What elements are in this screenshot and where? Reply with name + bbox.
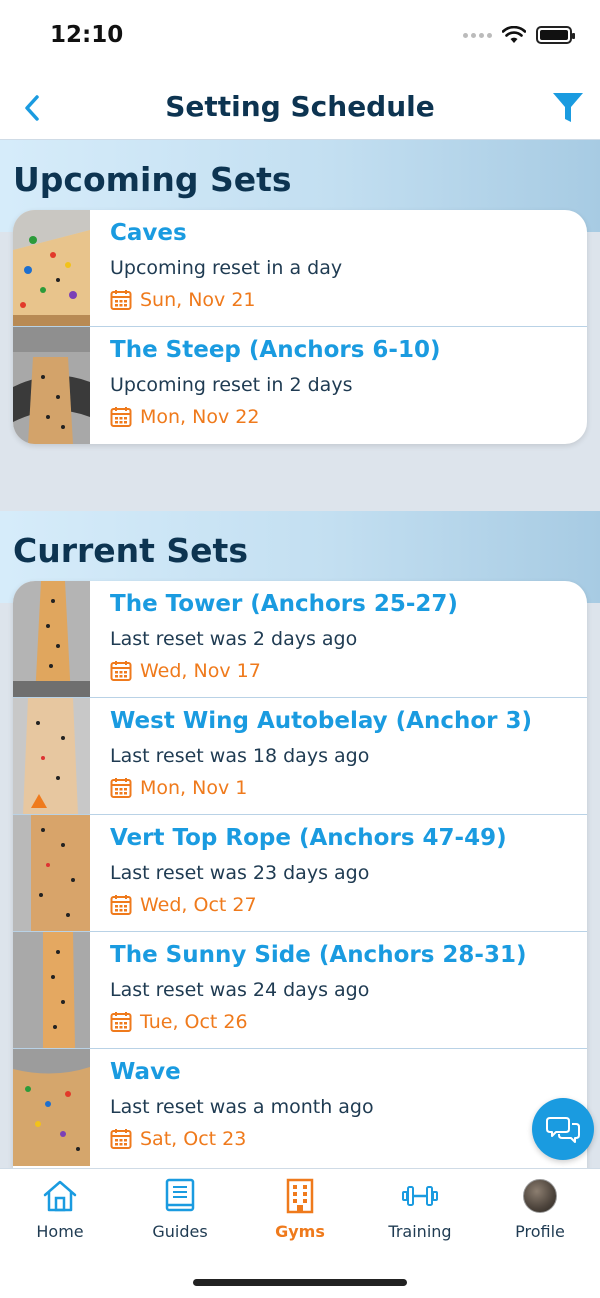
set-subtitle: Last reset was 23 days ago bbox=[110, 862, 370, 884]
calendar-icon bbox=[110, 895, 132, 915]
set-date-text: Mon, Nov 1 bbox=[140, 777, 248, 799]
tab-label: Home bbox=[36, 1222, 84, 1241]
home-indicator bbox=[193, 1279, 407, 1286]
tab-label: Guides bbox=[152, 1222, 208, 1241]
set-title: West Wing Autobelay (Anchor 3) bbox=[110, 708, 533, 734]
set-date-text: Sun, Nov 21 bbox=[140, 289, 256, 311]
dumbbell-icon bbox=[402, 1186, 438, 1206]
set-subtitle: Last reset was 24 days ago bbox=[110, 979, 370, 1001]
signal-icon bbox=[463, 32, 492, 38]
set-date: Wed, Nov 17 bbox=[110, 660, 261, 682]
calendar-icon bbox=[110, 407, 132, 427]
set-date-text: Wed, Nov 17 bbox=[140, 660, 261, 682]
set-date-text: Wed, Oct 27 bbox=[140, 894, 257, 916]
chat-icon bbox=[546, 1117, 580, 1143]
list-item[interactable]: Vert Top Rope (Anchors 47-49) Last reset… bbox=[13, 815, 587, 932]
chat-button[interactable] bbox=[532, 1098, 594, 1160]
calendar-icon bbox=[110, 778, 132, 798]
set-title: Wave bbox=[110, 1059, 181, 1085]
set-title: Caves bbox=[110, 220, 187, 246]
list-item[interactable]: The Sunny Side (Anchors 28-31) Last rese… bbox=[13, 932, 587, 1049]
set-title: The Tower (Anchors 25-27) bbox=[110, 591, 458, 617]
set-thumbnail bbox=[13, 1049, 90, 1166]
tab-bar: Home Guides Gyms Training Profile bbox=[0, 1168, 600, 1298]
wifi-icon bbox=[502, 26, 526, 43]
building-icon bbox=[286, 1178, 314, 1214]
section-title: Upcoming Sets bbox=[13, 160, 292, 199]
set-subtitle: Upcoming reset in 2 days bbox=[110, 374, 353, 396]
page-title: Setting Schedule bbox=[165, 90, 435, 123]
status-icons bbox=[463, 26, 575, 44]
set-date: Mon, Nov 1 bbox=[110, 777, 247, 799]
list-item[interactable]: The Steep (Anchors 6-10) Upcoming reset … bbox=[13, 327, 587, 444]
list-item[interactable]: The Tower (Anchors 25-27) Last reset was… bbox=[13, 581, 587, 698]
list-item[interactable]: West Wing Autobelay (Anchor 3) Last rese… bbox=[13, 698, 587, 815]
upcoming-sets-list: Caves Upcoming reset in a day Sun, Nov 2… bbox=[13, 210, 587, 444]
set-subtitle: Last reset was a month ago bbox=[110, 1096, 374, 1118]
set-subtitle: Upcoming reset in a day bbox=[110, 257, 343, 279]
set-date: Tue, Oct 26 bbox=[110, 1011, 248, 1033]
battery-icon bbox=[536, 26, 575, 44]
set-thumbnail bbox=[13, 327, 90, 444]
set-title: The Sunny Side (Anchors 28-31) bbox=[110, 942, 527, 968]
set-thumbnail bbox=[13, 581, 90, 697]
filter-button[interactable] bbox=[548, 86, 588, 130]
tab-gyms[interactable]: Gyms bbox=[240, 1177, 360, 1247]
set-date-text: Tue, Oct 26 bbox=[140, 1011, 248, 1033]
set-thumbnail bbox=[13, 210, 90, 326]
set-date-text: Mon, Nov 22 bbox=[140, 406, 260, 428]
calendar-icon bbox=[110, 661, 132, 681]
calendar-icon bbox=[110, 1129, 132, 1149]
calendar-icon bbox=[110, 290, 132, 310]
set-subtitle: Last reset was 18 days ago bbox=[110, 745, 370, 767]
tab-label: Training bbox=[388, 1222, 452, 1241]
nav-bar: Setting Schedule bbox=[0, 78, 600, 140]
tab-training[interactable]: Training bbox=[360, 1177, 480, 1247]
list-item[interactable]: Wave Last reset was a month ago Sat, Oct… bbox=[13, 1049, 587, 1166]
set-date: Sat, Oct 23 bbox=[110, 1128, 246, 1150]
home-icon bbox=[43, 1180, 77, 1212]
calendar-icon bbox=[110, 1012, 132, 1032]
section-title: Current Sets bbox=[13, 531, 248, 570]
set-thumbnail bbox=[13, 815, 90, 931]
set-title: The Steep (Anchors 6-10) bbox=[110, 337, 441, 363]
avatar bbox=[523, 1179, 557, 1213]
tab-home[interactable]: Home bbox=[0, 1177, 120, 1247]
tab-label: Gyms bbox=[275, 1222, 325, 1241]
set-title: Vert Top Rope (Anchors 47-49) bbox=[110, 825, 507, 851]
list-item[interactable]: Caves Upcoming reset in a day Sun, Nov 2… bbox=[13, 210, 587, 327]
tab-profile[interactable]: Profile bbox=[480, 1177, 600, 1247]
set-date: Sun, Nov 21 bbox=[110, 289, 256, 311]
book-icon bbox=[165, 1178, 195, 1212]
tab-guides[interactable]: Guides bbox=[120, 1177, 240, 1247]
tab-label: Profile bbox=[515, 1222, 565, 1241]
status-bar: 12:10 bbox=[0, 0, 600, 78]
set-date: Mon, Nov 22 bbox=[110, 406, 259, 428]
set-subtitle: Last reset was 2 days ago bbox=[110, 628, 358, 650]
set-date-text: Sat, Oct 23 bbox=[140, 1128, 247, 1150]
filter-icon bbox=[553, 93, 583, 122]
set-thumbnail bbox=[13, 698, 90, 814]
set-thumbnail bbox=[13, 932, 90, 1048]
current-sets-list: The Tower (Anchors 25-27) Last reset was… bbox=[13, 581, 587, 1181]
status-time: 12:10 bbox=[50, 22, 124, 48]
set-date: Wed, Oct 27 bbox=[110, 894, 257, 916]
